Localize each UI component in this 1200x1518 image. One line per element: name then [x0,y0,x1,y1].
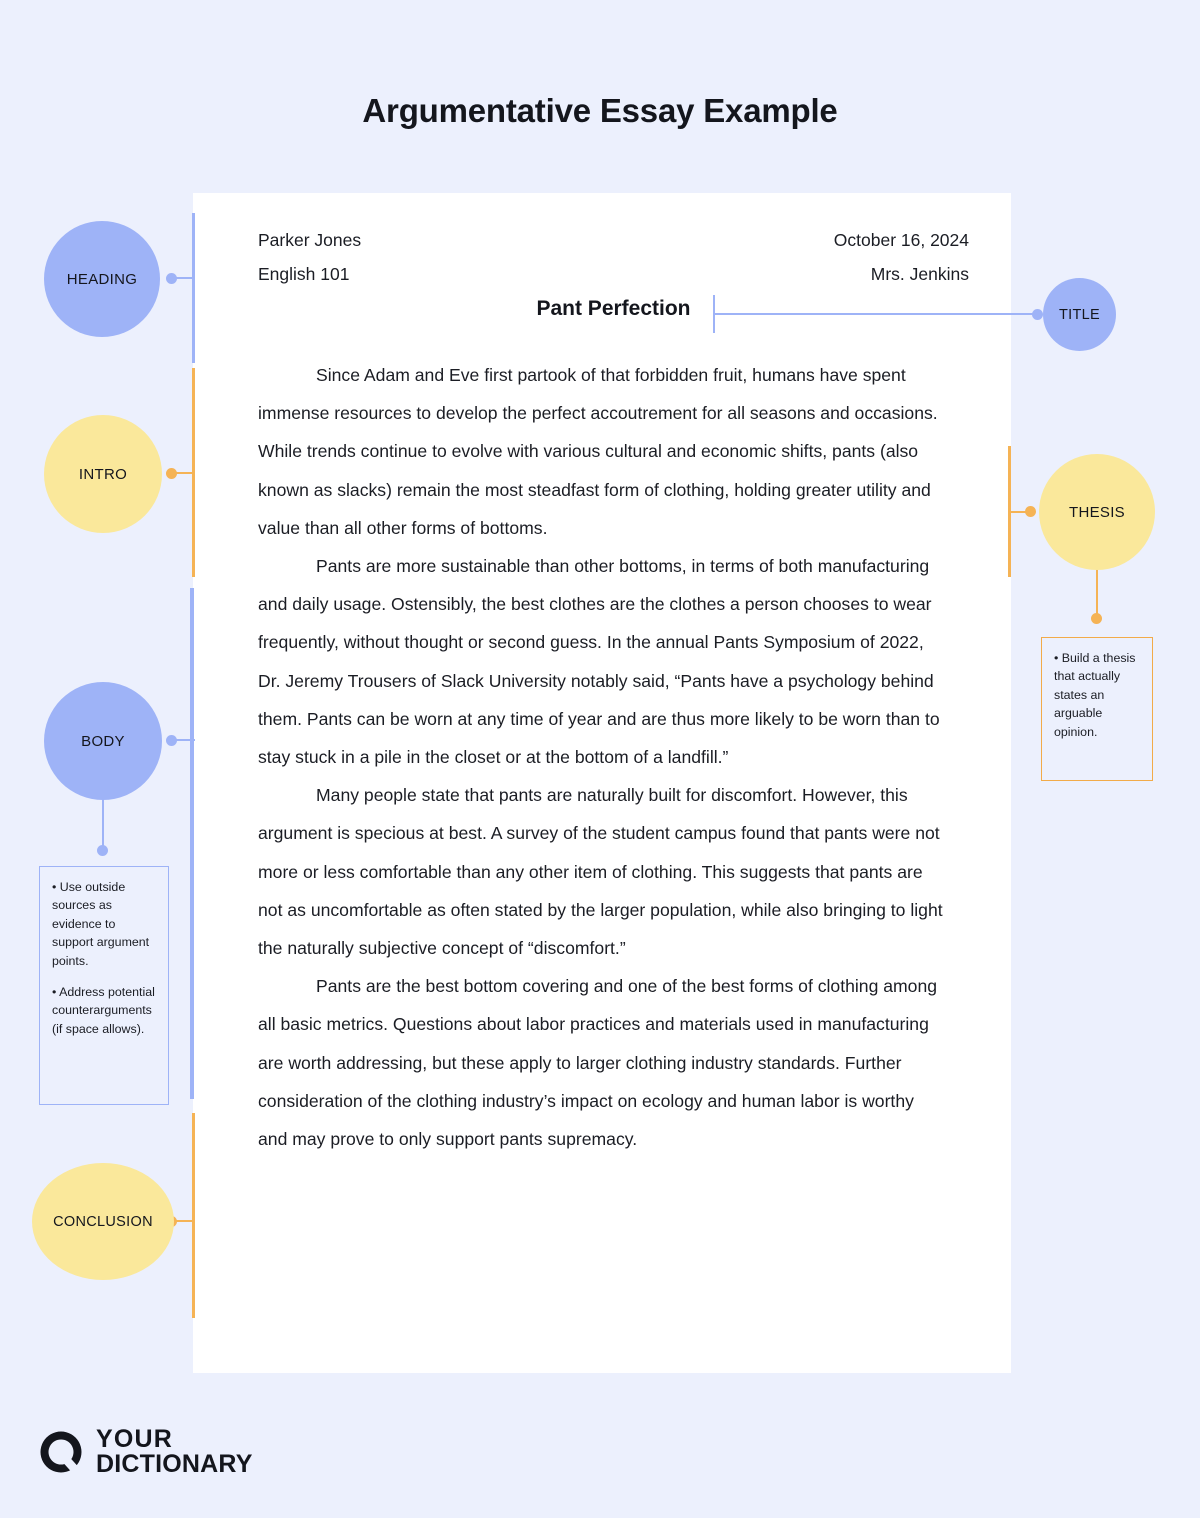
course-name: English 101 [258,264,350,285]
intro-connector-stub [175,472,195,475]
instructor-name: Mrs. Jenkins [870,264,969,285]
title-connector-dot [1032,309,1043,320]
body-bracket-line [190,588,194,1099]
logo-line-1: YOUR [96,1425,174,1453]
tip-body-item-1: • Use outside sources as evidence to sup… [52,880,150,968]
body-connector-stub [175,739,195,742]
student-name: Parker Jones [258,230,362,250]
tip-thesis-item-1: • Build a thesis that actually states an… [1054,651,1136,739]
yourdictionary-wordmark: YOUR DICTIONARY [96,1427,253,1477]
body-tip-connector-dot [97,845,108,856]
yourdictionary-logo: YOUR DICTIONARY [38,1427,253,1477]
conclusion-bracket-line [192,1113,195,1318]
label-bubble-title: TITLE [1043,278,1116,351]
logo-line-2: DICTIONARY [96,1450,253,1478]
body-tip-drop-line [102,798,105,851]
essay-body: Since Adam and Eve first partook of that… [258,356,948,1158]
intro-connector-dot [166,468,177,479]
label-bubble-body: BODY [44,682,162,800]
conclusion-connector-stub [175,1220,195,1223]
paragraph-body-1: Pants are more sustainable than other bo… [258,556,940,768]
body-connector-dot [166,735,177,746]
paragraph-intro: Since Adam and Eve first partook of that… [258,365,938,538]
heading-connector-dot [166,273,177,284]
paragraph-conclusion: Pants are the best bottom covering and o… [258,976,938,1150]
paragraph-body-2: Many people state that pants are natural… [258,785,943,959]
tip-box-thesis: • Build a thesis that actually states an… [1041,637,1153,781]
title-connector-line [714,313,1038,316]
label-bubble-thesis: THESIS [1039,454,1155,570]
label-bubble-heading: HEADING [44,221,160,337]
essay-date: October 16, 2024 [833,230,969,250]
heading-bracket-line [192,213,195,363]
essay-title: Pant Perfection [536,297,691,320]
label-bubble-conclusion: CONCLUSION [32,1163,174,1280]
tip-body-item-2: • Address potential counterarguments (if… [52,985,155,1036]
heading-connector-stub [175,277,195,280]
thesis-connector-dot [1025,506,1036,517]
page-title: Argumentative Essay Example [362,92,838,129]
yourdictionary-mark-icon [38,1429,84,1475]
essay-document-page: Parker Jones English 101 October 16, 202… [193,193,1011,1373]
document-header: Parker Jones English 101 October 16, 202… [258,223,969,291]
tip-box-body: • Use outside sources as evidence to sup… [39,866,169,1105]
thesis-tip-connector-dot [1091,613,1102,624]
document-header-right: October 16, 2024 Mrs. Jenkins [834,223,969,291]
label-bubble-intro: INTRO [44,415,162,533]
document-header-left: Parker Jones English 101 [258,223,361,291]
